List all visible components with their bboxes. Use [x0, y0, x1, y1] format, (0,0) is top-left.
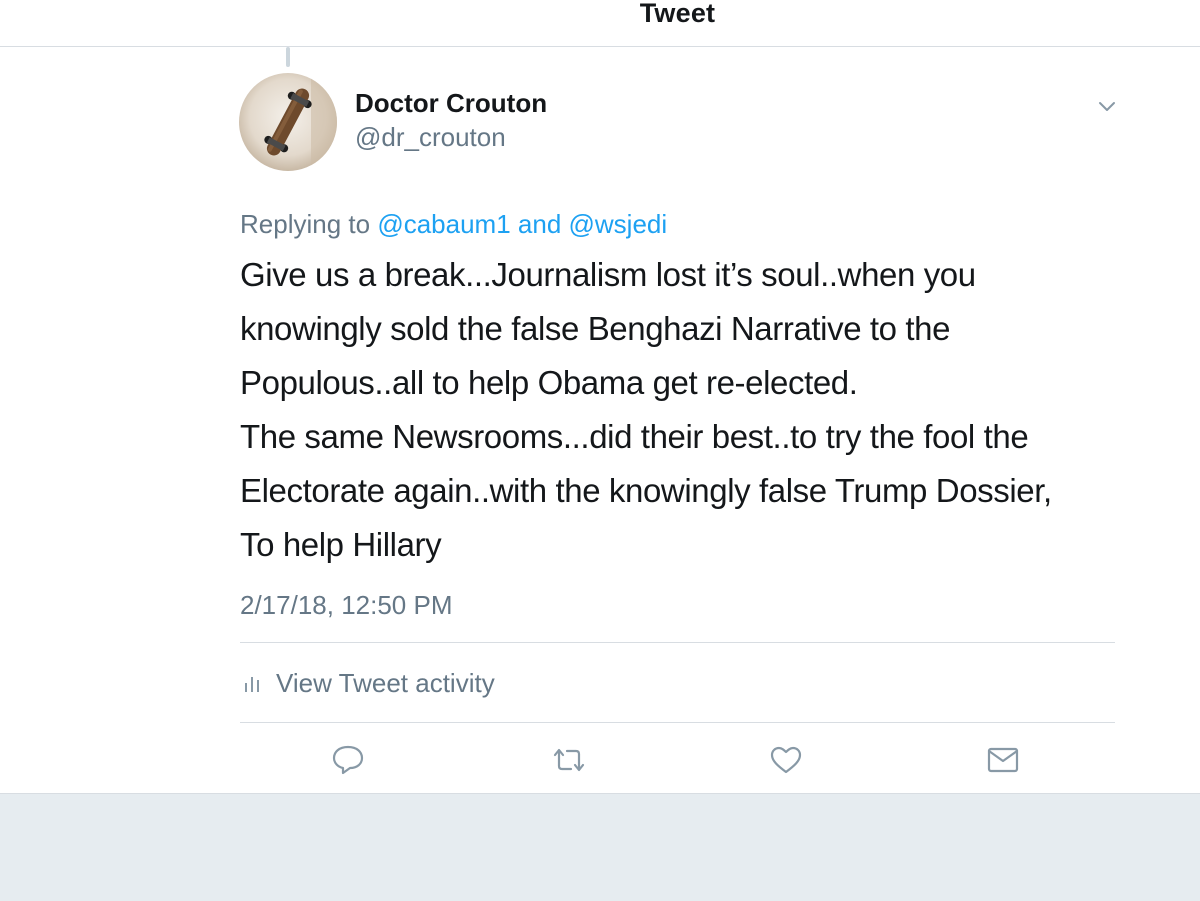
- divider: [240, 722, 1115, 723]
- heart-icon: [770, 746, 802, 774]
- mention-link-wsjedi[interactable]: @wsjedi: [569, 209, 668, 239]
- envelope-icon: [987, 747, 1019, 773]
- retweet-button[interactable]: [549, 740, 589, 780]
- replying-to-line: Replying to @cabaum1 and @wsjedi: [240, 209, 667, 240]
- chevron-down-icon[interactable]: [1092, 94, 1122, 118]
- view-tweet-activity-label: View Tweet activity: [276, 667, 495, 698]
- like-button[interactable]: [766, 740, 806, 780]
- avatar[interactable]: [239, 73, 337, 171]
- replying-prefix: Replying to: [240, 209, 378, 239]
- retweet-icon: [553, 748, 585, 772]
- reply-button[interactable]: [328, 740, 368, 780]
- reply-icon: [332, 745, 364, 775]
- page-title: Tweet: [639, 0, 716, 28]
- bar-chart-icon: [245, 677, 259, 692]
- direct-message-button[interactable]: [983, 740, 1023, 780]
- view-tweet-activity-link[interactable]: View Tweet activity: [240, 665, 495, 701]
- tweet-timestamp: 2/17/18, 12:50 PM: [240, 590, 453, 620]
- tweet-text: Give us a break...Journalism lost it’s s…: [240, 256, 1052, 563]
- bottom-background: [0, 793, 1200, 901]
- divider: [240, 642, 1115, 643]
- thread-connector-line: [286, 47, 290, 67]
- mention-link-cabaum1[interactable]: @cabaum1: [377, 209, 510, 239]
- replying-and: and: [510, 209, 569, 239]
- nav-bar: Tweet: [0, 0, 1200, 47]
- display-name[interactable]: Doctor Crouton: [355, 88, 547, 119]
- user-handle[interactable]: @dr_crouton: [355, 122, 506, 153]
- avatar-image: [239, 73, 337, 171]
